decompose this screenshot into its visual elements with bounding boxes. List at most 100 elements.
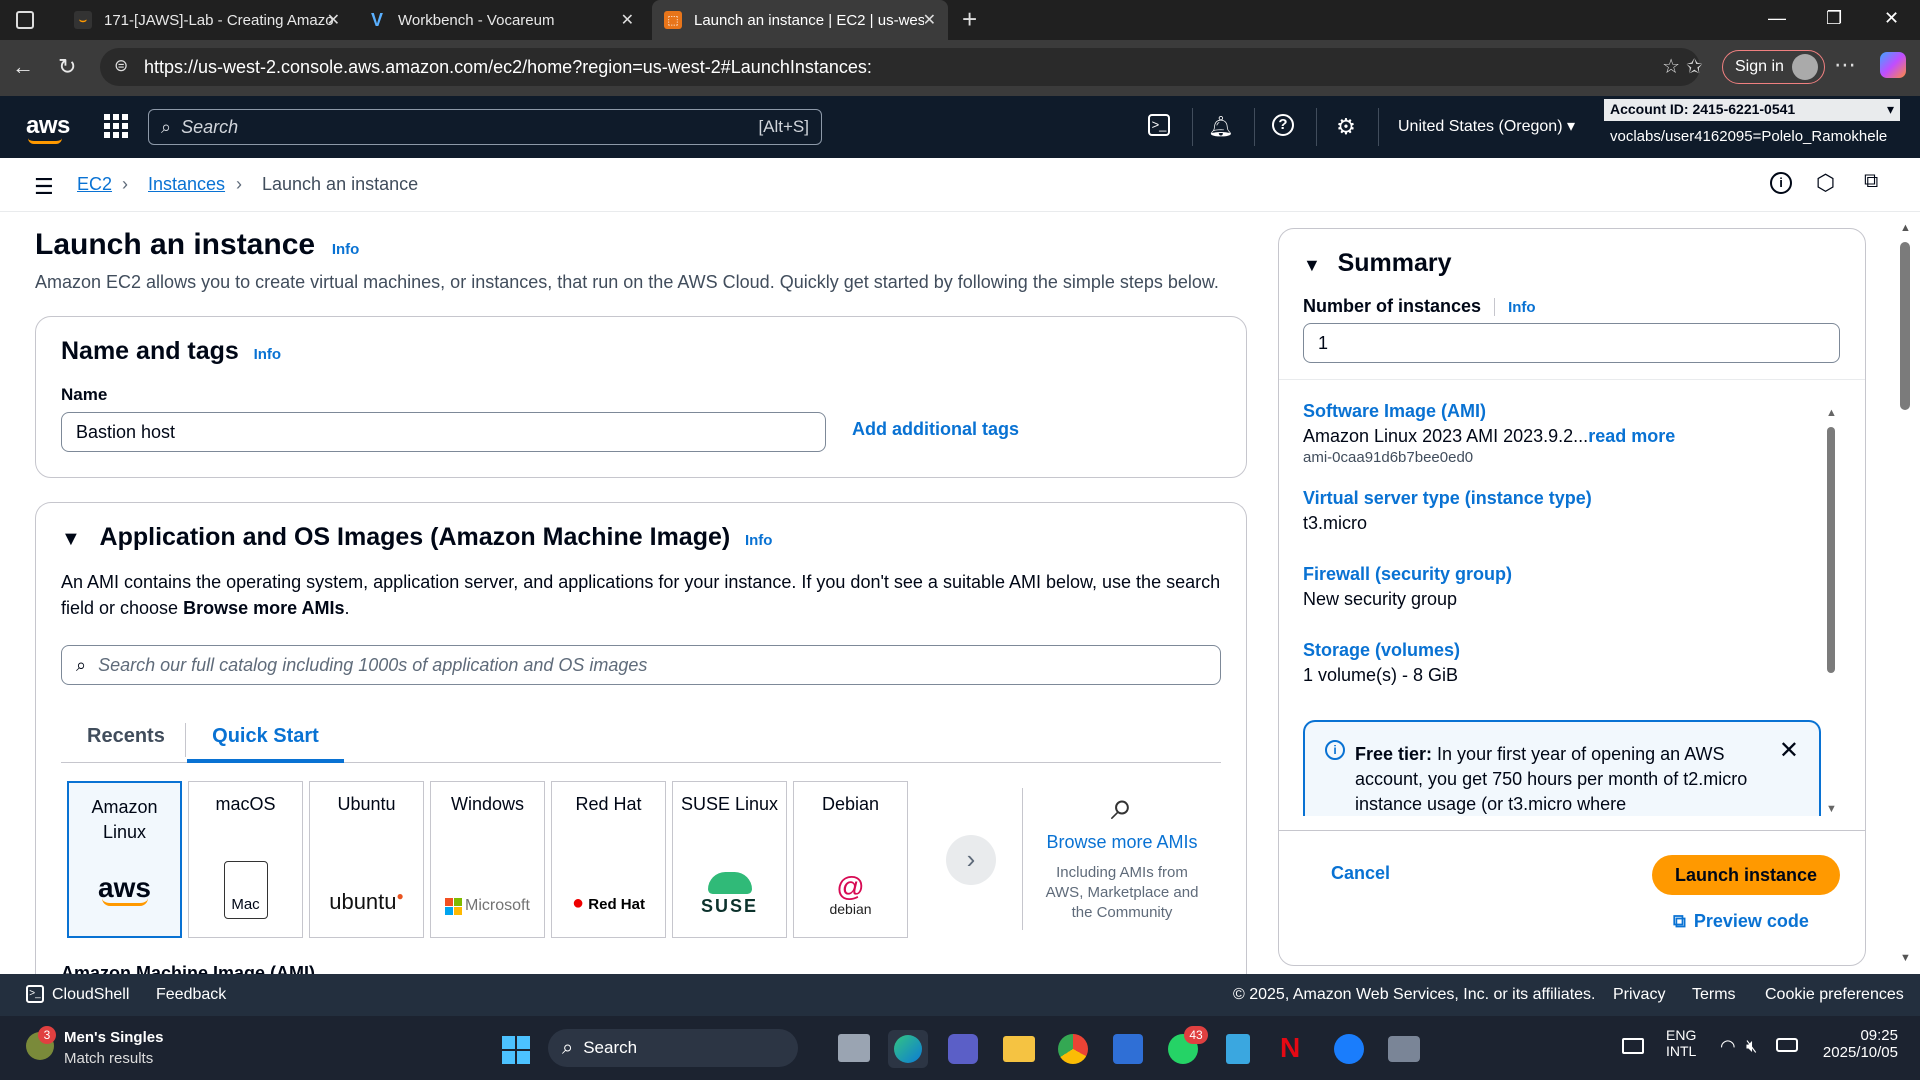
settings-gear-icon[interactable]: ⚙ [1333, 114, 1359, 140]
os-tile-suse[interactable]: SUSE Linux SUSE [672, 781, 787, 938]
more-options-icon[interactable]: ⋯ [1834, 52, 1856, 78]
clock[interactable]: 09:25 2025/10/05 [1818, 1027, 1898, 1061]
tab-recents[interactable]: Recents [87, 725, 165, 748]
summary-storage-link[interactable]: Storage (volumes) [1303, 640, 1823, 661]
help-icon[interactable]: ? [1272, 114, 1294, 136]
account-user[interactable]: voclabs/user4162095=Polelo_Ramokhele [1610, 128, 1887, 145]
account-id-badge[interactable]: Account ID: 2415-6221-0541 ▾ [1604, 99, 1900, 121]
summary-instance-type-link[interactable]: Virtual server type (instance type) [1303, 488, 1823, 509]
close-alert-icon[interactable]: ✕ [1779, 736, 1799, 765]
scroll-down-icon[interactable]: ▼ [1826, 803, 1837, 815]
tab-actions-icon[interactable] [16, 11, 34, 29]
browser-tab-lab[interactable]: ⌣ 171-[JAWS]-Lab - Creating Amazo ✕ [62, 0, 352, 40]
info-panel-icon[interactable]: i [1770, 172, 1792, 194]
page-info-link[interactable]: Info [332, 241, 360, 258]
preview-code-button[interactable]: ⧉ Preview code [1673, 911, 1809, 932]
page-scroll-down-icon[interactable]: ▼ [1900, 952, 1911, 964]
taskbar-search[interactable]: ⌕ Search [548, 1029, 798, 1067]
os-tile-amazon-linux[interactable]: Amazon Linux aws [67, 781, 182, 938]
new-tab-icon[interactable]: + [962, 4, 977, 35]
netflix-icon[interactable]: N [1280, 1032, 1300, 1064]
refresh-icon[interactable]: ↻ [58, 54, 76, 80]
aws-search-input[interactable]: ⌕ Search [Alt+S] [148, 109, 822, 145]
news-title[interactable]: Men's Singles [64, 1029, 163, 1046]
summary-ami-link[interactable]: Software Image (AMI) [1303, 401, 1823, 422]
close-tab-icon[interactable]: ✕ [621, 10, 634, 30]
os-tile-ubuntu[interactable]: Ubuntu ubuntu● [309, 781, 424, 938]
site-info-icon[interactable]: ⊜ [114, 56, 128, 76]
side-nav-menu-icon[interactable]: ☰ [34, 174, 54, 200]
maximize-icon[interactable]: ❐ [1826, 8, 1842, 29]
next-os-chevron-icon[interactable]: › [946, 835, 996, 885]
services-menu-icon[interactable] [104, 114, 128, 138]
copilot-icon[interactable] [1880, 52, 1906, 78]
page-scroll-up-icon[interactable]: ▲ [1900, 222, 1911, 234]
breadcrumb-ec2[interactable]: EC2 [77, 174, 112, 195]
teams-icon[interactable] [948, 1034, 978, 1064]
scroll-up-icon[interactable]: ▲ [1826, 407, 1837, 419]
browse-more-amis[interactable]: ⌕ Browse more AMIs Including AMIs from A… [1040, 786, 1204, 923]
breadcrumb-instances[interactable]: Instances [148, 174, 225, 195]
browse-more-amis-link[interactable]: Browse more AMIs [1040, 832, 1204, 853]
sign-in-button[interactable]: Sign in [1722, 50, 1825, 84]
region-selector[interactable]: United States (Oregon) ▾ [1398, 116, 1575, 136]
battery-icon[interactable] [1776, 1038, 1798, 1052]
os-tile-macos[interactable]: macOS Mac [188, 781, 303, 938]
camera-icon[interactable] [1388, 1036, 1420, 1062]
num-instances-info-link[interactable]: Info [1508, 299, 1536, 316]
volume-muted-icon[interactable]: 🔇︎ [1746, 1036, 1757, 1057]
tablet-mode-icon[interactable] [1622, 1038, 1644, 1054]
windows-start-icon[interactable] [502, 1036, 530, 1064]
task-view-icon[interactable] [838, 1034, 870, 1062]
browser-tab-ec2[interactable]: ⬚ Launch an instance | EC2 | us-west ✕ [652, 0, 948, 40]
browser-tab-workbench[interactable]: V Workbench - Vocareum ✕ [356, 0, 646, 40]
caret-down-icon[interactable]: ▼ [61, 528, 81, 550]
favorite-star-icon[interactable]: ☆ [1662, 54, 1680, 79]
aws-logo[interactable]: aws [26, 112, 70, 144]
footer-cloudshell[interactable]: CloudShell [52, 986, 129, 1004]
messenger-icon[interactable] [1334, 1034, 1364, 1064]
back-icon[interactable]: ← [12, 54, 34, 80]
console-footer: >_ CloudShell Feedback © 2025, Amazon We… [0, 974, 1920, 1016]
os-tile-debian[interactable]: Debian @ debian [793, 781, 908, 938]
ami-search-input[interactable]: ⌕ Search our full catalog including 1000… [61, 645, 1221, 685]
whatsapp-badge: 43 [1184, 1026, 1208, 1044]
cloudshell-icon[interactable]: >_ [1148, 114, 1170, 136]
summary-scrollbar-thumb[interactable] [1827, 427, 1835, 673]
name-tags-info-link[interactable]: Info [254, 346, 282, 363]
name-tags-title: Name and tags [61, 337, 239, 365]
os-tile-windows[interactable]: Windows Microsoft [430, 781, 545, 938]
page-scrollbar-thumb[interactable] [1900, 242, 1910, 410]
tutorial-panel-icon[interactable]: ⧉ [1864, 170, 1878, 193]
microsoft-store-icon[interactable] [1113, 1034, 1143, 1064]
language-indicator[interactable]: ENG INTL [1666, 1027, 1696, 1059]
minimize-icon[interactable]: — [1768, 8, 1786, 29]
tab-quick-start[interactable]: Quick Start [187, 725, 344, 763]
notepad-icon[interactable] [1226, 1034, 1250, 1064]
footer-cookie-preferences[interactable]: Cookie preferences [1765, 986, 1904, 1004]
edge-taskbar-active[interactable] [888, 1030, 928, 1068]
address-bar[interactable]: ⊜ https://us-west-2.console.aws.amazon.c… [100, 48, 1700, 86]
launch-instance-button[interactable]: Launch instance [1652, 855, 1840, 895]
ami-info-link[interactable]: Info [745, 532, 773, 549]
read-more-link[interactable]: read more [1588, 426, 1675, 446]
notifications-bell-icon[interactable]: 🔔︎ [1208, 114, 1234, 140]
name-input[interactable]: Bastion host [61, 412, 826, 452]
cancel-button[interactable]: Cancel [1331, 863, 1390, 884]
num-instances-input[interactable]: 1 [1303, 323, 1840, 363]
add-additional-tags-link[interactable]: Add additional tags [852, 419, 1019, 440]
file-explorer-icon[interactable] [1003, 1036, 1035, 1062]
wifi-icon[interactable]: ◠ [1720, 1036, 1736, 1057]
footer-terms[interactable]: Terms [1692, 986, 1736, 1004]
footer-privacy[interactable]: Privacy [1613, 986, 1665, 1004]
favorites-icon[interactable]: ✩ [1686, 54, 1703, 79]
hexagon-icon[interactable]: ⬡ [1816, 170, 1835, 196]
close-tab-icon[interactable]: ✕ [327, 10, 340, 30]
footer-feedback[interactable]: Feedback [156, 986, 226, 1004]
chrome-icon[interactable] [1058, 1034, 1088, 1064]
close-tab-icon[interactable]: ✕ [923, 10, 936, 30]
os-tile-red-hat[interactable]: Red Hat ● Red Hat [551, 781, 666, 938]
close-window-icon[interactable]: ✕ [1884, 8, 1899, 29]
caret-down-icon[interactable]: ▼ [1303, 255, 1321, 275]
summary-firewall-link[interactable]: Firewall (security group) [1303, 564, 1823, 585]
